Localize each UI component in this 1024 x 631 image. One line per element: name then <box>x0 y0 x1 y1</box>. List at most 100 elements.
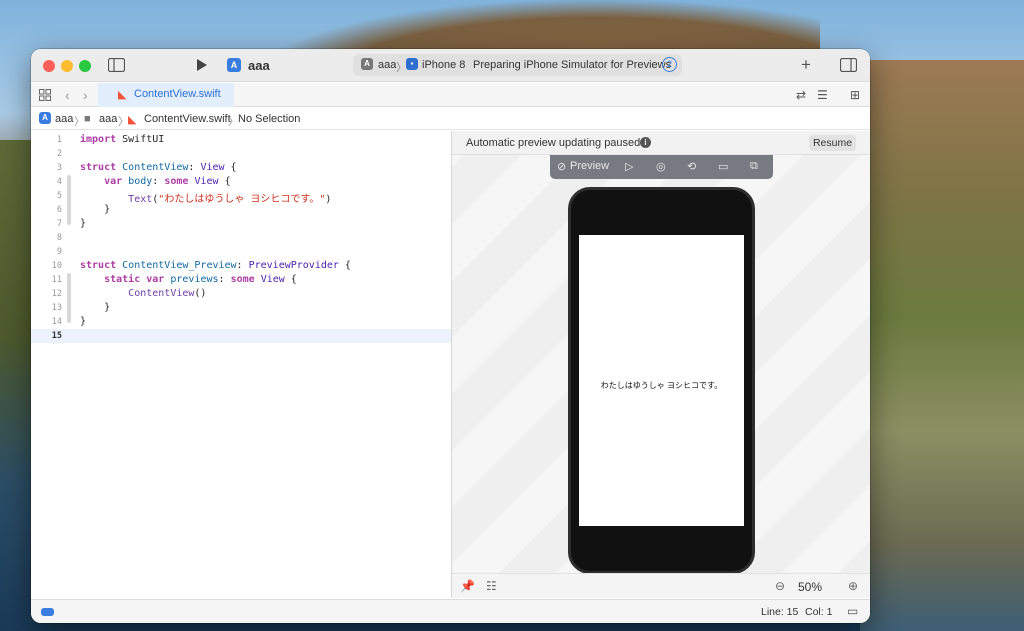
code-token: : <box>218 274 231 285</box>
code-line[interactable]: 15 <box>31 329 451 343</box>
code-line[interactable]: 3 struct ContentView: View { <box>31 161 451 175</box>
code-token: PreviewProvider <box>248 260 339 271</box>
code-token: : <box>152 176 165 187</box>
pin-preview-icon[interactable]: ⊘ <box>557 160 566 173</box>
code-token: View <box>260 274 285 285</box>
code-line[interactable]: 13 } <box>31 301 451 315</box>
preview-toolbar: ⊘ Preview ▷ ◎ ⟲ ▭ ⧉ <box>550 155 773 179</box>
preview-canvas: Automatic preview updating paused i Resu… <box>452 131 870 598</box>
code-line[interactable]: 4 var body: some View { <box>31 175 451 189</box>
line-number: 2 <box>56 149 62 159</box>
code-line[interactable]: 9 <box>31 245 451 259</box>
inspector-toggle-icon[interactable] <box>840 58 857 72</box>
scheme-name[interactable]: aaa <box>248 58 270 73</box>
code-editor[interactable]: 1 import SwiftUI 2 3 struct ContentView: Vie… <box>31 131 451 598</box>
code-line[interactable]: 11 static var previews: some View { <box>31 273 451 287</box>
code-token: View <box>200 162 225 173</box>
preview-label[interactable]: Preview <box>570 160 609 172</box>
line-number: 5 <box>56 191 62 201</box>
code-token: ContentView_Preview <box>122 260 237 271</box>
jumpbar-group[interactable]: aaa <box>99 113 117 125</box>
code-token: { <box>338 260 351 271</box>
line-number: 6 <box>56 205 62 215</box>
code-text: } <box>80 204 110 215</box>
grid-icon[interactable] <box>39 89 51 101</box>
code-token: some <box>164 176 189 187</box>
code-token: var <box>146 274 165 285</box>
code-line[interactable]: 6 } <box>31 203 451 217</box>
info-icon[interactable]: i <box>640 137 651 148</box>
project-icon: A <box>39 112 51 124</box>
code-line[interactable]: 10 struct ContentView_Preview: PreviewPro… <box>31 259 451 273</box>
debug-toggle-icon[interactable]: ▭ <box>847 604 858 618</box>
code-line[interactable]: 8 <box>31 231 451 245</box>
line-number: 14 <box>51 317 62 327</box>
line-number: 7 <box>56 219 62 229</box>
selectable-icon[interactable]: ◎ <box>656 160 666 173</box>
add-icon[interactable]: + <box>801 56 811 73</box>
activity-device[interactable]: iPhone 8 <box>422 59 465 71</box>
activity-status: Preparing iPhone Simulator for Previews <box>473 59 672 71</box>
zoom-window-button[interactable] <box>79 60 91 72</box>
code-line[interactable]: 1 import SwiftUI <box>31 133 451 147</box>
activity-target-app[interactable]: aaa <box>378 59 396 71</box>
preview-notice-bar: Automatic preview updating paused i Resu… <box>452 131 870 155</box>
live-preview-icon[interactable]: ▷ <box>625 160 633 173</box>
code-line[interactable]: 7} <box>31 217 451 231</box>
code-text: } <box>80 218 86 229</box>
code-line[interactable]: 14} <box>31 315 451 329</box>
code-token: { <box>218 176 231 187</box>
jumpbar-project[interactable]: aaa <box>55 113 73 125</box>
code-line[interactable]: 2 <box>31 147 451 161</box>
code-token: { <box>284 274 297 285</box>
close-window-button[interactable] <box>43 60 55 72</box>
zoom-level[interactable]: 50% <box>798 580 822 594</box>
code-token: ContentView <box>128 288 195 299</box>
tab-label: ContentView.swift <box>134 88 221 100</box>
zoom-out-icon[interactable]: ⊖ <box>775 579 785 593</box>
jumpbar-selection[interactable]: No Selection <box>238 113 300 125</box>
rotate-icon[interactable]: ⟲ <box>687 160 696 173</box>
minimize-window-button[interactable] <box>61 60 73 72</box>
device-icon: ▪ <box>406 58 418 70</box>
zoom-in-icon[interactable]: ⊕ <box>848 579 858 593</box>
run-button[interactable] <box>196 58 208 72</box>
code-token: body <box>128 176 153 187</box>
app-target-icon: A <box>227 58 241 72</box>
back-icon[interactable]: ‹ <box>65 87 70 103</box>
preview-screen[interactable]: わたしはゆうしゃ ヨシヒコです。 <box>579 235 744 526</box>
target-app-icon: A <box>361 58 373 70</box>
code-token: } <box>80 204 111 215</box>
code-token: } <box>80 316 87 327</box>
swap-icon[interactable]: ⇄ <box>796 87 806 103</box>
line-indicator: Line: 15 <box>761 606 799 618</box>
jumpbar-file[interactable]: ContentView.swift <box>144 113 231 125</box>
tab-contentview[interactable]: ◣ ContentView.swift <box>98 83 234 107</box>
add-editor-icon[interactable]: ⊞ <box>850 87 860 103</box>
code-token: } <box>80 302 111 313</box>
debug-area-indicator[interactable] <box>41 608 54 616</box>
editor-options-icon[interactable]: ☰ <box>817 87 828 103</box>
status-bar: Line: 15 Col: 1 ▭ <box>31 599 870 623</box>
code-text: import SwiftUI <box>80 134 164 145</box>
line-number: 1 <box>56 135 62 145</box>
issue-count-badge[interactable]: 2 <box>662 57 677 72</box>
pin-icon[interactable]: 📌 <box>460 579 475 593</box>
duplicate-preview-icon[interactable]: ⧉ <box>750 160 758 173</box>
code-text: static var previews: some View { <box>80 274 297 285</box>
preview-notice: Automatic preview updating paused <box>466 137 641 149</box>
activity-view[interactable]: A aaa 〉 ▪ iPhone 8 Preparing iPhone Simu… <box>353 54 682 76</box>
code-token: struct <box>80 162 117 173</box>
canvas-footer: 📌 ☷ ⊖ 50% ⊕ <box>452 573 870 598</box>
device-settings-icon[interactable]: ▭ <box>718 160 728 173</box>
sidebar-toggle-icon[interactable] <box>108 58 125 72</box>
code-token: : <box>236 260 249 271</box>
resume-button[interactable]: Resume <box>809 135 856 151</box>
line-number: 12 <box>51 289 62 299</box>
forward-icon[interactable]: › <box>83 87 88 103</box>
code-line[interactable]: 5 Text("わたしはゆうしゃ ヨシヒコです。") <box>31 189 451 205</box>
adjust-icon[interactable]: ☷ <box>486 579 497 593</box>
code-line[interactable]: 12 ContentView() <box>31 287 451 301</box>
